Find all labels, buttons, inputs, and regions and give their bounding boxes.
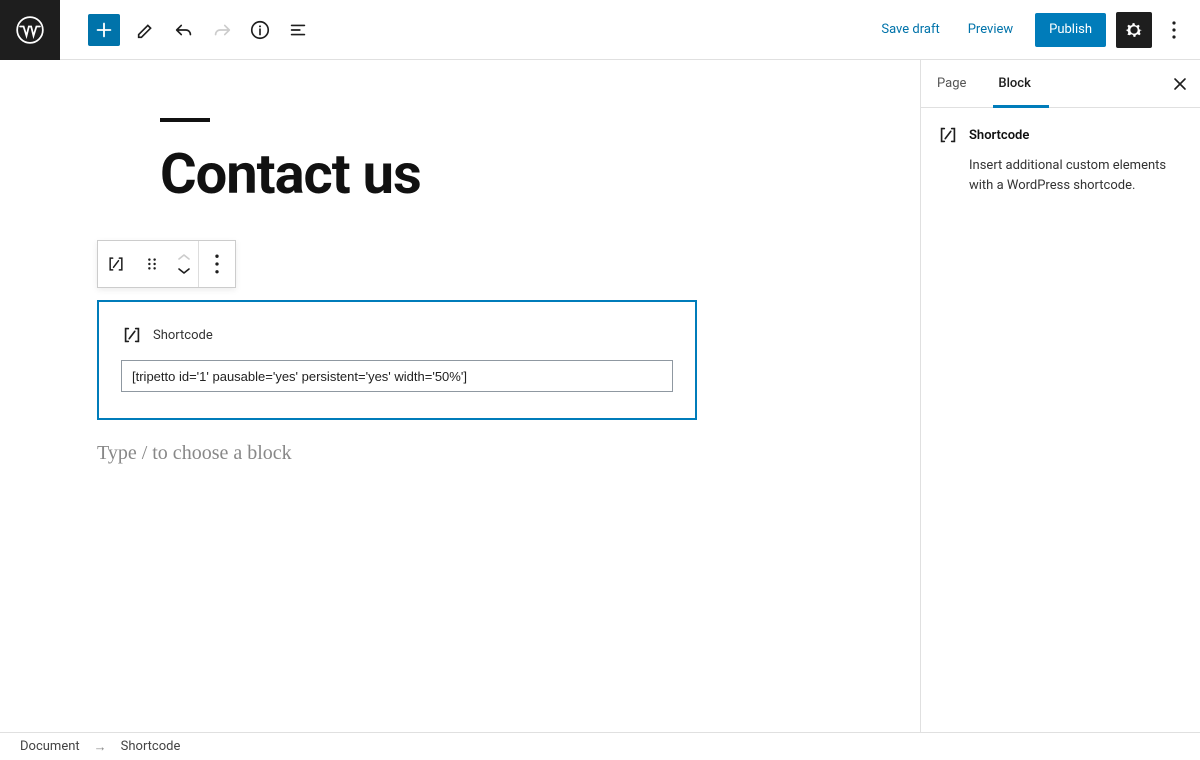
page-title[interactable]: Contact us <box>160 146 760 202</box>
shortcode-input[interactable] <box>121 360 673 392</box>
kebab-icon <box>207 254 227 274</box>
block-more-options[interactable] <box>199 241 235 287</box>
move-up-button <box>177 250 191 264</box>
tab-block[interactable]: Block <box>982 60 1046 108</box>
drag-handle-icon <box>145 257 159 271</box>
block-type-button[interactable] <box>98 241 134 287</box>
close-sidebar-button[interactable] <box>1160 60 1200 108</box>
settings-sidebar: Page Block Shortcode Insert additional c… <box>920 60 1200 732</box>
breadcrumb-current[interactable]: Shortcode <box>121 739 181 754</box>
chevron-up-icon <box>177 252 191 262</box>
redo-button <box>204 12 240 48</box>
tab-page[interactable]: Page <box>921 60 982 108</box>
edit-mode-button[interactable] <box>128 12 164 48</box>
redo-icon <box>211 19 233 41</box>
gear-icon <box>1123 19 1145 41</box>
sidebar-tabs: Page Block <box>921 60 1200 108</box>
publish-button[interactable]: Publish <box>1035 13 1106 47</box>
settings-button[interactable] <box>1116 12 1152 48</box>
pencil-icon <box>135 19 157 41</box>
info-icon <box>249 19 271 41</box>
wordpress-logo[interactable] <box>0 0 60 60</box>
block-toolbar <box>97 240 236 288</box>
move-down-button[interactable] <box>177 264 191 278</box>
editor-toolbar: Save draft Preview Publish <box>60 0 1200 60</box>
shortcode-block[interactable]: Shortcode <box>97 300 697 420</box>
kebab-icon <box>1172 21 1176 39</box>
active-tab-indicator <box>993 105 1049 108</box>
document-outline-button[interactable] <box>280 12 316 48</box>
close-icon <box>1173 77 1187 91</box>
shortcode-icon <box>937 124 959 146</box>
more-menu-button[interactable] <box>1156 12 1192 48</box>
block-inserter-prompt[interactable]: Type / to choose a block <box>97 442 697 465</box>
breadcrumb-separator-icon: → <box>94 739 107 755</box>
block-drag-handle[interactable] <box>134 241 170 287</box>
breadcrumb: Document → Shortcode <box>0 732 1200 760</box>
undo-icon <box>173 19 195 41</box>
list-view-icon <box>287 19 309 41</box>
breadcrumb-root[interactable]: Document <box>20 739 80 754</box>
block-panel-title: Shortcode <box>969 128 1029 143</box>
shortcode-icon <box>106 254 126 274</box>
block-mover <box>170 246 198 282</box>
plus-icon <box>93 19 115 41</box>
chevron-down-icon <box>177 266 191 276</box>
document-info-button[interactable] <box>242 12 278 48</box>
title-separator <box>160 118 210 122</box>
undo-button[interactable] <box>166 12 202 48</box>
shortcode-icon <box>121 324 143 346</box>
save-draft-button[interactable]: Save draft <box>869 12 951 48</box>
block-panel-description: Insert additional custom elements with a… <box>937 156 1184 195</box>
editor-canvas[interactable]: Contact us <box>0 60 920 732</box>
block-panel: Shortcode Insert additional custom eleme… <box>921 108 1200 211</box>
add-block-button[interactable] <box>88 14 120 46</box>
wordpress-icon <box>16 16 44 44</box>
preview-button[interactable]: Preview <box>956 12 1025 48</box>
shortcode-block-label: Shortcode <box>153 328 213 343</box>
